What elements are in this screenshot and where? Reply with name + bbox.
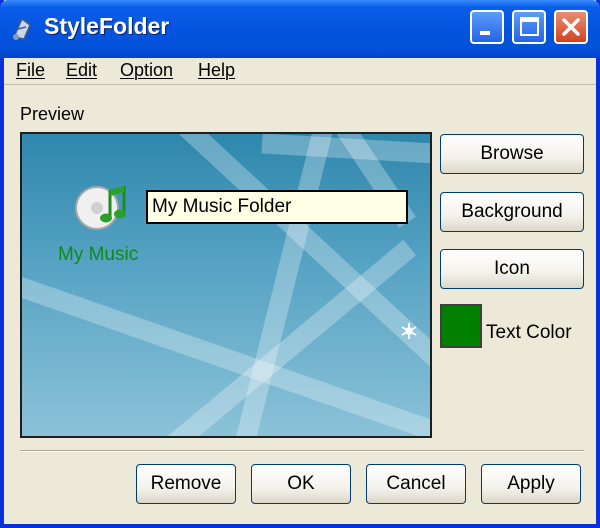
minimize-icon [480,31,490,35]
close-button[interactable] [554,10,588,44]
snowflake-icon [401,323,417,339]
menu-option[interactable]: Option [120,60,173,81]
minimize-button[interactable] [470,10,504,44]
close-icon [562,18,580,36]
background-button[interactable]: Background [440,192,584,232]
background-pattern [22,134,430,436]
menu-file[interactable]: File [16,60,45,81]
icon-button[interactable]: Icon [440,249,584,289]
dialog-window: StyleFolder File Edit Option Help Previe… [0,0,600,528]
menu-bar: File Edit Option Help [4,58,596,85]
separator [20,450,584,452]
menu-edit[interactable]: Edit [66,60,97,81]
text-color-swatch[interactable] [440,304,482,348]
window-title: StyleFolder [44,13,170,39]
apply-button[interactable]: Apply [481,464,581,504]
folder-name: My Music [58,244,139,265]
menu-help[interactable]: Help [198,60,235,81]
app-icon [12,17,31,40]
preview-pane: My Music [20,132,432,438]
music-folder-icon [75,186,126,230]
title-bar[interactable]: StyleFolder [0,0,600,58]
browse-button[interactable]: Browse [440,134,584,174]
preview-label: Preview [20,104,85,124]
maximize-icon [520,17,539,36]
remove-button[interactable]: Remove [136,464,236,504]
ok-button[interactable]: OK [251,464,351,504]
text-color-label: Text Color [486,322,572,343]
maximize-button[interactable] [512,10,546,44]
folder-rename-input[interactable] [146,190,408,224]
cancel-button[interactable]: Cancel [366,464,466,504]
